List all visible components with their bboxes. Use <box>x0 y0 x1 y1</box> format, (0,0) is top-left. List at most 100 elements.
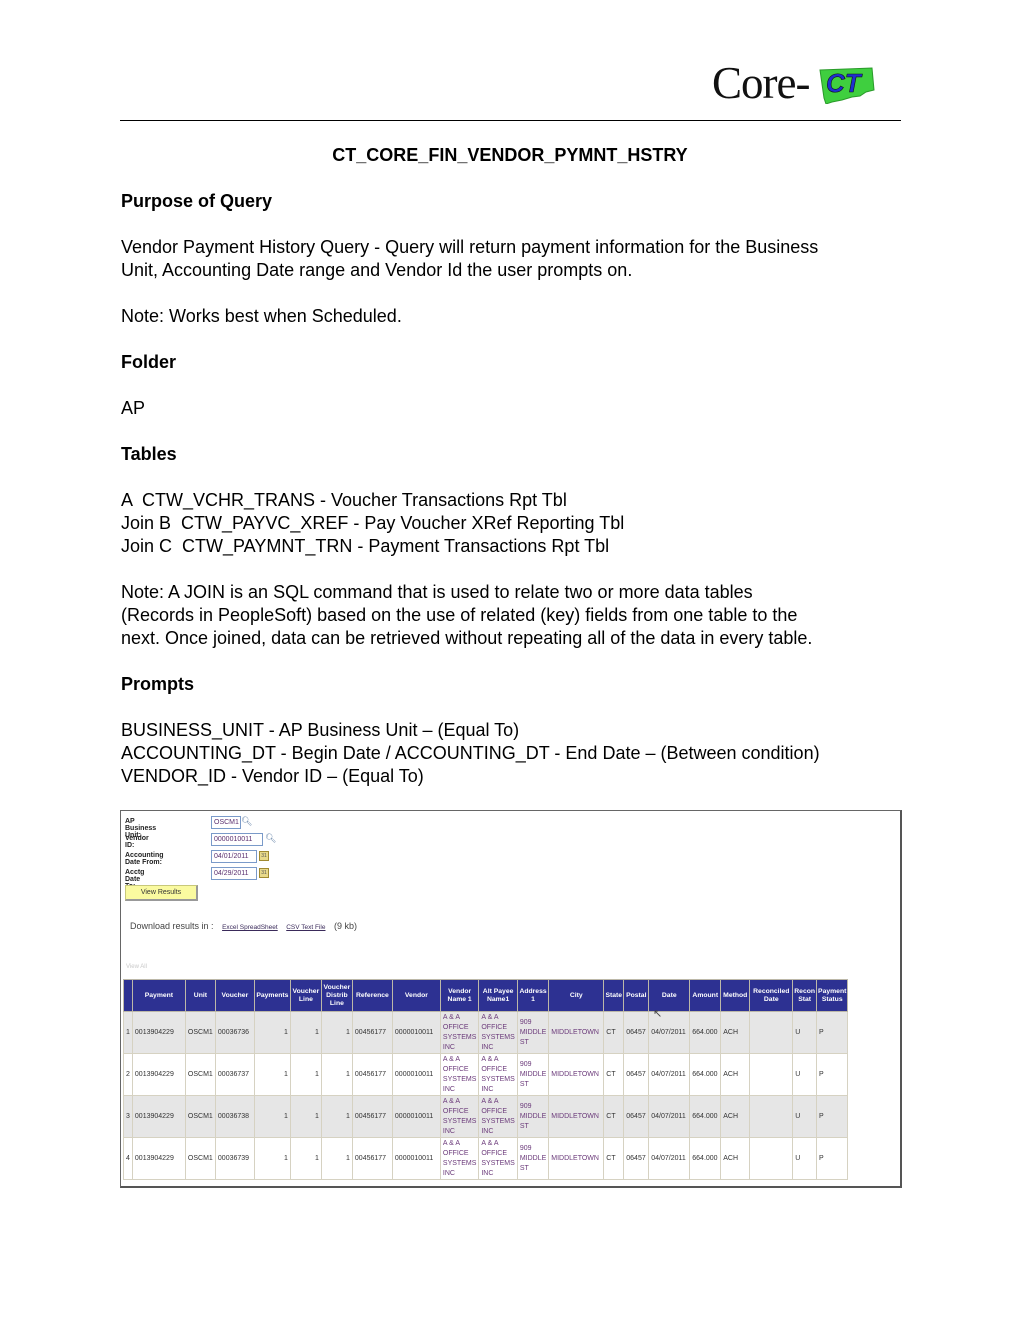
column-header[interactable]: Recon Stat <box>792 979 818 1012</box>
cell-payment: 0013904229 <box>131 1137 186 1180</box>
search-icon[interactable]: 🔍︎ <box>241 816 252 827</box>
date-from-label: Accounting Date From: <box>125 852 164 866</box>
excel-spreadsheet-link[interactable]: Excel SpreadSheet <box>222 924 278 931</box>
cell-payment: 0013904229 <box>131 1053 186 1096</box>
cell-voucher-distrib-line: 1 <box>320 1053 353 1096</box>
folder-heading: Folder <box>121 352 177 372</box>
cell-payment-status: P <box>816 1011 849 1054</box>
query-results-screenshot: AP Business Unit: OSCM1 🔍︎ Vendor ID: 00… <box>120 810 902 1188</box>
cell-address: 909 MIDDLE ST <box>516 1095 550 1138</box>
cell-method: ACH <box>720 1095 751 1138</box>
cell-voucher-line: 1 <box>289 1053 322 1096</box>
cell-unit: OSCM1 <box>184 1011 216 1054</box>
cell-alt-payee-name: A & A OFFICE SYSTEMS INC <box>478 1053 518 1096</box>
core-ct-logo: Core- CT <box>712 58 882 108</box>
date-to-input[interactable]: 04/29/2011 <box>211 867 257 880</box>
cell-payment-status: P <box>816 1137 849 1180</box>
cell-vendor: 0000010011 <box>391 1095 441 1138</box>
cell-payment: 0013904229 <box>131 1011 186 1054</box>
table-row: 4 0013904229 OSCM1 00036739 1 1 1 00456177 00000… <box>123 1137 849 1180</box>
cell-unit: OSCM1 <box>184 1053 216 1096</box>
view-results-button[interactable]: View Results <box>125 885 198 901</box>
business-unit-input[interactable]: OSCM1 <box>211 816 241 829</box>
download-label: Download results in : <box>130 921 214 931</box>
cell-payments: 1 <box>253 1137 291 1180</box>
cell-city: MIDDLETOWN <box>548 1095 605 1138</box>
column-header[interactable]: Payments <box>253 979 291 1012</box>
column-header[interactable]: Vendor Name 1 <box>439 979 480 1012</box>
prompt-entry: BUSINESS_UNIT - AP Business Unit – (Equa… <box>121 720 520 740</box>
cell-city: MIDDLETOWN <box>548 1137 605 1180</box>
column-header[interactable]: Amount <box>689 979 722 1012</box>
cell-state: CT <box>603 1095 625 1138</box>
column-header[interactable]: Address 1 <box>516 979 550 1012</box>
cell-postal: 06457 <box>623 1011 650 1054</box>
cell-method: ACH <box>720 1137 751 1180</box>
date-from-input[interactable]: 04/01/2011 <box>211 850 257 863</box>
cell-payment: 0013904229 <box>131 1095 186 1138</box>
column-header[interactable]: Payment Status <box>816 979 849 1012</box>
cell-amount: 664.000 <box>689 1095 722 1138</box>
cell-recon-stat: U <box>792 1095 818 1138</box>
cell-vendor: 0000010011 <box>391 1137 441 1180</box>
column-header[interactable]: Reference <box>351 979 393 1012</box>
scheduled-note: Note: Works best when Scheduled. <box>121 306 402 326</box>
column-header[interactable]: Voucher <box>214 979 255 1012</box>
cell-voucher: 00036738 <box>214 1095 255 1138</box>
column-header[interactable]: City <box>548 979 605 1012</box>
cell-reconciled-date <box>749 1011 794 1054</box>
cell-payments: 1 <box>253 1095 291 1138</box>
column-header[interactable]: Postal <box>623 979 650 1012</box>
column-header[interactable]: Alt Payee Name1 <box>478 979 518 1012</box>
csv-text-file-link[interactable]: CSV Text File <box>286 924 325 931</box>
cell-voucher: 00036736 <box>214 1011 255 1054</box>
prompts-list: BUSINESS_UNIT - AP Business Unit – (Equa… <box>121 719 911 788</box>
view-all-link[interactable]: View All <box>126 964 147 970</box>
purpose-heading: Purpose of Query <box>121 191 273 211</box>
cell-alt-payee-name: A & A OFFICE SYSTEMS INC <box>478 1095 518 1138</box>
column-header[interactable]: State <box>603 979 625 1012</box>
cell-address: 909 MIDDLE ST <box>516 1011 550 1054</box>
vendor-id-label: Vendor ID: <box>125 835 149 849</box>
cell-row-number: 4 <box>123 1137 133 1180</box>
document-title: CT_CORE_FIN_VENDOR_PYMNT_HSTRY <box>332 145 688 165</box>
column-header[interactable]: Voucher Distrib Line <box>320 979 353 1012</box>
cell-city: MIDDLETOWN <box>548 1053 605 1096</box>
cell-vendor: 0000010011 <box>391 1011 441 1054</box>
document-body: CT_CORE_FIN_VENDOR_PYMNT_HSTRY Purpose o… <box>121 144 911 811</box>
cell-voucher-line: 1 <box>289 1137 322 1180</box>
prompt-entry: ACCOUNTING_DT - Begin Date / ACCOUNTING_… <box>121 743 820 763</box>
search-icon[interactable]: 🔍︎ <box>265 833 276 844</box>
download-bar: Download results in : Excel SpreadSheet … <box>130 921 357 931</box>
column-header[interactable]: Vendor <box>391 979 441 1012</box>
cell-reconciled-date <box>749 1095 794 1138</box>
table-row: 3 0013904229 OSCM1 00036738 1 1 1 00456177 00000… <box>123 1095 849 1138</box>
cell-reference: 00456177 <box>351 1137 393 1180</box>
cell-reconciled-date <box>749 1053 794 1096</box>
cell-date: 04/07/2011 <box>648 1137 691 1180</box>
tables-list: A CTW_VCHR_TRANS - Voucher Transactions … <box>121 489 911 558</box>
cell-row-number: 3 <box>123 1095 133 1138</box>
join-note: Note: A JOIN is an SQL command that is u… <box>121 582 813 648</box>
vendor-id-input[interactable]: 0000010011 <box>211 833 263 846</box>
calendar-icon[interactable]: 31 <box>259 868 269 878</box>
cell-voucher-distrib-line: 1 <box>320 1095 353 1138</box>
cell-amount: 664.000 <box>689 1011 722 1054</box>
cell-date: 04/07/2011 <box>648 1095 691 1138</box>
cell-payments: 1 <box>253 1011 291 1054</box>
cell-voucher: 00036737 <box>214 1053 255 1096</box>
calendar-icon[interactable]: 31 <box>259 851 269 861</box>
column-header[interactable]: Payment <box>131 979 186 1012</box>
cell-voucher: 00036739 <box>214 1137 255 1180</box>
logo-badge: CT <box>826 68 863 98</box>
column-header[interactable]: Reconciled Date <box>749 979 794 1012</box>
column-header[interactable]: Voucher Line <box>289 979 322 1012</box>
cell-payments: 1 <box>253 1053 291 1096</box>
column-header[interactable]: Method <box>720 979 751 1012</box>
cell-unit: OSCM1 <box>184 1095 216 1138</box>
table-row: 1 0013904229 OSCM1 00036736 1 1 1 00456177 00000… <box>123 1011 849 1054</box>
cell-row-number: 1 <box>123 1011 133 1054</box>
table-entry: Join C CTW_PAYMNT_TRN - Payment Transact… <box>121 536 610 556</box>
column-header[interactable]: Unit <box>184 979 216 1012</box>
cell-voucher-line: 1 <box>289 1011 322 1054</box>
